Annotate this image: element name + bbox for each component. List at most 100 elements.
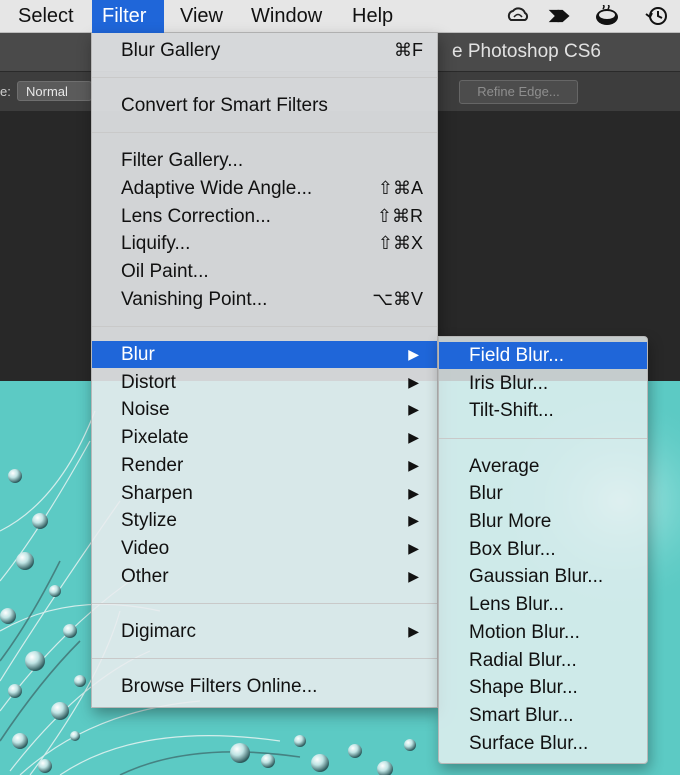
menu-separator (439, 438, 647, 439)
menu-item-blur-gallery[interactable]: Blur Gallery ⌘F (92, 37, 437, 64)
menu-item-label: Box Blur... (469, 539, 556, 560)
submenu-arrow-icon: ▶ (408, 485, 419, 501)
menu-item-label: Gaussian Blur... (469, 566, 604, 587)
shortcut-label: ⌥⌘V (372, 289, 423, 309)
menu-item-label: Blur (121, 344, 155, 365)
submenu-item-average[interactable]: Average (439, 453, 647, 480)
menu-filter[interactable]: Filter (92, 0, 164, 33)
menu-item-oil-paint[interactable]: Oil Paint... (92, 258, 437, 285)
menu-item-label: Surface Blur... (469, 733, 589, 754)
menu-window[interactable]: Window (241, 0, 332, 33)
menu-item-label: Oil Paint... (121, 261, 209, 282)
menu-item-label: Browse Filters Online... (121, 676, 318, 697)
menu-item-label: Motion Blur... (469, 622, 580, 643)
submenu-arrow-icon: ▶ (408, 540, 419, 556)
menu-separator (92, 77, 437, 78)
menu-item-stylize[interactable]: Stylize ▶ (92, 507, 437, 534)
menu-item-label: Video (121, 538, 170, 559)
submenu-item-iris-blur[interactable]: Iris Blur... (439, 370, 647, 397)
menu-select[interactable]: Select (8, 0, 84, 33)
submenu-item-field-blur[interactable]: Field Blur... (439, 342, 647, 369)
time-machine-icon[interactable] (644, 5, 670, 27)
mode-label: e: (0, 84, 11, 99)
menu-item-render[interactable]: Render ▶ (92, 452, 437, 479)
menu-item-label: Blur (469, 483, 503, 504)
menu-item-sharpen[interactable]: Sharpen ▶ (92, 480, 437, 507)
menu-item-vanishing-point[interactable]: Vanishing Point... ⌥⌘V (92, 286, 437, 313)
menu-view[interactable]: View (170, 0, 233, 33)
menu-item-label: Blur More (469, 511, 552, 532)
menu-item-pixelate[interactable]: Pixelate ▶ (92, 424, 437, 451)
menu-item-liquify[interactable]: Liquify... ⇧⌘X (92, 230, 437, 257)
shortcut-label: ⇧⌘A (377, 178, 423, 198)
menu-bar: Select Filter View Window Help (0, 0, 680, 33)
menu-item-digimarc[interactable]: Digimarc ▶ (92, 618, 437, 645)
menu-item-blur[interactable]: Blur ▶ (92, 341, 437, 368)
mode-select[interactable]: Normal (17, 81, 92, 101)
submenu-item-tilt-shift[interactable]: Tilt-Shift... (439, 397, 647, 424)
menu-item-browse-filters-online[interactable]: Browse Filters Online... (92, 673, 437, 700)
submenu-item-motion-blur[interactable]: Motion Blur... (439, 619, 647, 646)
menu-item-label: Filter Gallery... (121, 150, 244, 171)
submenu-arrow-icon: ▶ (408, 512, 419, 528)
submenu-item-blur[interactable]: Blur (439, 480, 647, 507)
menu-item-label: Liquify... (121, 233, 191, 254)
submenu-item-smart-blur[interactable]: Smart Blur... (439, 702, 647, 729)
menu-item-label: Render (121, 455, 184, 476)
filter-menu: Blur Gallery ⌘F Convert for Smart Filter… (91, 33, 438, 708)
menu-item-adaptive-wide-angle[interactable]: Adaptive Wide Angle... ⇧⌘A (92, 175, 437, 202)
menu-item-label: Lens Correction... (121, 206, 271, 227)
menu-item-distort[interactable]: Distort ▶ (92, 369, 437, 396)
menu-item-label: Noise (121, 399, 170, 420)
menu-item-label: Vanishing Point... (121, 289, 268, 310)
menu-item-label: Pixelate (121, 427, 189, 448)
menu-item-label: Digimarc (121, 621, 196, 642)
menu-item-label: Field Blur... (469, 345, 565, 366)
menu-item-label: Adaptive Wide Angle... (121, 178, 313, 199)
menu-item-label: Iris Blur... (469, 373, 549, 394)
menu-help[interactable]: Help (342, 0, 403, 33)
shortcut-label: ⇧⌘X (377, 233, 423, 253)
menu-item-label: Tilt-Shift... (469, 400, 554, 421)
arrow-app-icon[interactable] (547, 5, 573, 27)
submenu-item-blur-more[interactable]: Blur More (439, 508, 647, 535)
menu-item-other[interactable]: Other ▶ (92, 563, 437, 590)
submenu-arrow-icon: ▶ (408, 568, 419, 584)
menu-item-label: Average (469, 456, 540, 477)
menu-item-lens-correction[interactable]: Lens Correction... ⇧⌘R (92, 203, 437, 230)
shortcut-label: ⌘F (394, 40, 423, 60)
submenu-item-box-blur[interactable]: Box Blur... (439, 536, 647, 563)
menu-item-label: Convert for Smart Filters (121, 95, 328, 116)
submenu-item-shape-blur[interactable]: Shape Blur... (439, 674, 647, 701)
submenu-item-radial-blur[interactable]: Radial Blur... (439, 647, 647, 674)
submenu-item-gaussian-blur[interactable]: Gaussian Blur... (439, 563, 647, 590)
submenu-item-lens-blur[interactable]: Lens Blur... (439, 591, 647, 618)
submenu-arrow-icon: ▶ (408, 429, 419, 445)
menu-item-label: Blur Gallery (121, 40, 221, 61)
coffee-cup-icon[interactable] (594, 5, 620, 27)
submenu-arrow-icon: ▶ (408, 623, 419, 639)
menu-item-label: Smart Blur... (469, 705, 574, 726)
menu-item-label: Distort (121, 372, 176, 393)
menu-item-label: Radial Blur... (469, 650, 577, 671)
submenu-arrow-icon: ▶ (408, 457, 419, 473)
menu-item-label: Shape Blur... (469, 677, 578, 698)
menu-item-filter-gallery[interactable]: Filter Gallery... (92, 147, 437, 174)
menu-separator (92, 603, 437, 604)
refine-edge-button[interactable]: Refine Edge... (459, 80, 578, 104)
submenu-arrow-icon: ▶ (408, 346, 419, 362)
menu-separator (92, 658, 437, 659)
menu-separator (92, 132, 437, 133)
submenu-arrow-icon: ▶ (408, 401, 419, 417)
menu-item-video[interactable]: Video ▶ (92, 535, 437, 562)
menu-item-convert-smart-filters[interactable]: Convert for Smart Filters (92, 92, 437, 119)
menu-item-label: Other (121, 566, 169, 587)
menu-separator (92, 326, 437, 327)
blur-submenu: Field Blur... Iris Blur... Tilt-Shift...… (438, 336, 648, 764)
creative-cloud-icon[interactable] (505, 5, 531, 27)
shortcut-label: ⇧⌘R (376, 206, 423, 226)
menu-item-noise[interactable]: Noise ▶ (92, 396, 437, 423)
menu-item-label: Lens Blur... (469, 594, 565, 615)
submenu-item-surface-blur[interactable]: Surface Blur... (439, 730, 647, 757)
menu-item-label: Stylize (121, 510, 177, 531)
